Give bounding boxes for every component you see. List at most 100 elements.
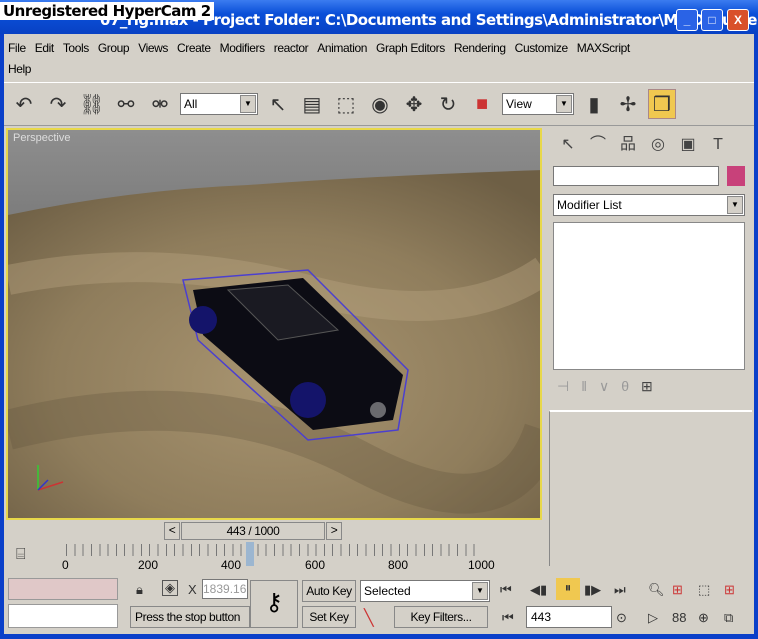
tick-label: 1000 xyxy=(468,558,495,572)
lock-icon[interactable]: 🔒︎ xyxy=(136,582,143,598)
maximize-viewport-icon[interactable]: ⧉ xyxy=(724,610,733,626)
zoom-icon[interactable]: 🔍︎ xyxy=(648,582,665,598)
status-prompt: Press the stop button xyxy=(130,606,250,628)
key-mode-value: Selected xyxy=(364,584,411,598)
menu-modifiers[interactable]: Modifiers xyxy=(220,41,265,55)
select-icon[interactable]: ↖ xyxy=(264,89,292,119)
menu-maxscript[interactable]: MAXScript xyxy=(577,41,630,55)
make-unique-icon[interactable]: ∨ xyxy=(599,378,621,394)
viewport-label[interactable]: Perspective xyxy=(13,132,70,144)
title-bar: 07_rig.max - Project Folder: C:\Document… xyxy=(0,0,758,34)
fov-icon[interactable]: ▷ xyxy=(648,610,658,626)
menu-file[interactable]: File xyxy=(8,41,26,55)
maxscript-listener-mini[interactable] xyxy=(8,578,118,600)
show-end-result-icon[interactable]: ‖ xyxy=(581,378,599,394)
key-mode-dropdown[interactable]: Selected ▼ xyxy=(360,580,490,602)
goto-end-icon[interactable]: ⏭ xyxy=(614,582,626,598)
keyboard-shortcut-icon[interactable]: ❒ xyxy=(648,89,676,119)
scale-icon[interactable]: ■ xyxy=(468,89,496,119)
menu-tools[interactable]: Tools xyxy=(63,41,89,55)
app-client: File Edit Tools Group Views Create Modifiers re… xyxy=(4,34,754,634)
current-frame-field[interactable]: 443 xyxy=(526,606,612,628)
menu-rendering[interactable]: Rendering xyxy=(454,41,506,55)
set-key-button[interactable]: Set Key xyxy=(302,606,356,628)
menu-edit[interactable]: Edit xyxy=(35,41,54,55)
menu-views[interactable]: Views xyxy=(138,41,168,55)
modifier-list-dropdown[interactable]: Modifier List ▼ xyxy=(553,194,745,216)
time-config-icon[interactable]: ⊙ xyxy=(616,610,627,626)
perspective-viewport[interactable]: Perspective xyxy=(6,128,542,520)
curve-editor-icon[interactable]: ⌸ xyxy=(16,546,26,564)
key-filters-button[interactable]: Key Filters... xyxy=(394,606,488,628)
key-mode-toggle-icon[interactable]: ⏮ xyxy=(502,610,514,626)
modify-tab-icon[interactable]: ⌒ xyxy=(583,131,613,159)
pause-icon[interactable]: ⏸ xyxy=(556,578,580,600)
time-slider[interactable]: < 443 / 1000 > xyxy=(164,522,344,542)
tick-label: 200 xyxy=(138,558,159,572)
zoom-extents-icon[interactable]: ⬚ xyxy=(698,582,710,598)
rotate-icon[interactable]: ↻ xyxy=(434,89,462,119)
remove-modifier-icon[interactable]: θ xyxy=(621,378,641,394)
menu-create[interactable]: Create xyxy=(177,41,211,55)
selection-filter-dropdown[interactable]: All ▼ xyxy=(180,93,258,115)
next-frame-icon[interactable]: ▮▶ xyxy=(584,582,601,598)
tick-label: 800 xyxy=(388,558,409,572)
main-toolbar: ↶ ↷ ⛓ ⚯ ⚮ All ▼ ↖ ▤ ⬚ ◉ ✥ ↻ ■ View ▼ ▮ ✢ ❒ xyxy=(4,82,754,126)
manipulate-icon[interactable]: ✢ xyxy=(614,89,642,119)
menu-group[interactable]: Group xyxy=(98,41,130,55)
pin-stack-icon[interactable]: ⊣ xyxy=(557,378,581,394)
window-crossing-icon[interactable]: ◉ xyxy=(366,89,394,119)
goto-start-icon[interactable]: ⏮ xyxy=(500,582,512,598)
scene-render xyxy=(8,170,540,518)
zoom-all-icon[interactable]: ⊞ xyxy=(672,582,683,598)
selection-filter-value: All xyxy=(184,97,198,111)
pan-icon[interactable]: 88 xyxy=(672,610,686,625)
minimize-button[interactable]: _ xyxy=(676,9,698,31)
menu-reactor[interactable]: reactor xyxy=(274,41,309,55)
time-next-button[interactable]: > xyxy=(326,522,342,540)
maximize-button[interactable]: □ xyxy=(701,9,723,31)
arc-rotate-icon[interactable]: ⊕ xyxy=(698,610,709,626)
chevron-down-icon: ▼ xyxy=(556,95,572,113)
time-slider-thumb[interactable]: 443 / 1000 xyxy=(181,522,325,540)
x-coordinate-field[interactable]: 1839.16 xyxy=(202,579,248,599)
default-tangents-icon[interactable]: ╲ xyxy=(364,608,374,628)
link-icon[interactable]: ⛓ xyxy=(78,89,106,119)
track-bar[interactable]: ⌸ 0 200 400 600 800 1000 xyxy=(4,542,546,578)
menu-customize[interactable]: Customize xyxy=(515,41,568,55)
absolute-mode-icon[interactable]: ◈ xyxy=(162,580,178,596)
maxscript-input[interactable] xyxy=(8,604,118,628)
create-tab-icon[interactable]: ↖ xyxy=(553,131,583,159)
hierarchy-tab-icon[interactable]: 品 xyxy=(613,131,643,159)
close-button[interactable]: X xyxy=(727,9,749,31)
utilities-tab-icon[interactable]: T xyxy=(703,131,733,159)
undo-icon[interactable]: ↶ xyxy=(10,89,38,119)
key-mode-icon[interactable]: ⚷ xyxy=(250,580,298,628)
tick-label: 0 xyxy=(62,558,69,572)
move-icon[interactable]: ✥ xyxy=(400,89,428,119)
menu-animation[interactable]: Animation xyxy=(317,41,367,55)
prev-frame-icon[interactable]: ◀▮ xyxy=(530,582,547,598)
redo-icon[interactable]: ↷ xyxy=(44,89,72,119)
modifier-stack[interactable] xyxy=(553,222,745,370)
rect-selection-icon[interactable]: ⬚ xyxy=(332,89,360,119)
chevron-down-icon: ▼ xyxy=(240,95,256,113)
display-tab-icon[interactable]: ▣ xyxy=(673,131,703,159)
zoom-extents-all-icon[interactable]: ⊞ xyxy=(724,582,735,598)
menu-graph-editors[interactable]: Graph Editors xyxy=(376,41,445,55)
bind-space-warp-icon[interactable]: ⚮ xyxy=(146,89,174,119)
menu-help[interactable]: Help xyxy=(8,62,31,76)
time-prev-button[interactable]: < xyxy=(164,522,180,540)
ref-coord-dropdown[interactable]: View ▼ xyxy=(502,93,574,115)
unlink-icon[interactable]: ⚯ xyxy=(112,89,140,119)
stack-buttons: ⊣‖∨θ⊞ xyxy=(557,378,747,398)
object-name-field[interactable] xyxy=(553,166,719,186)
auto-key-button[interactable]: Auto Key xyxy=(302,580,356,602)
select-by-name-icon[interactable]: ▤ xyxy=(298,89,326,119)
object-color-swatch[interactable] xyxy=(727,166,745,186)
motion-tab-icon[interactable]: ◎ xyxy=(643,131,673,159)
current-frame-marker xyxy=(246,542,254,566)
configure-sets-icon[interactable]: ⊞ xyxy=(641,378,665,394)
pivot-icon[interactable]: ▮ xyxy=(580,89,608,119)
modifier-list-label: Modifier List xyxy=(557,198,622,212)
